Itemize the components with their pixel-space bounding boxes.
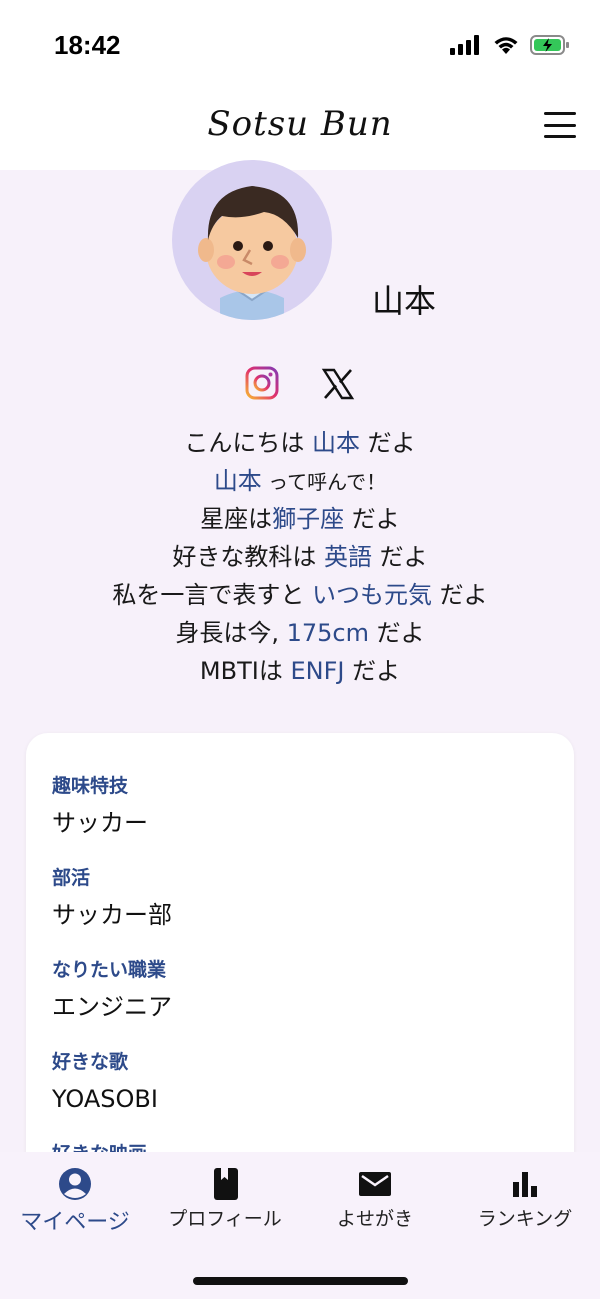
nav-mypage[interactable]: マイページ	[0, 1152, 150, 1242]
info-hobby: 趣味特技 サッカー	[52, 773, 148, 839]
info-label: 部活	[52, 867, 91, 889]
avatar-illustration	[198, 186, 306, 320]
info-career: なりたい職業 エンジニア	[52, 957, 172, 1023]
intro-subject: 好きな教科は 英語 だよ	[172, 543, 428, 571]
intro-text: こんにちは 山本 だよ 山本 って呼んで！ 星座は獅子座 だよ 好きな教科は 英…	[0, 424, 600, 690]
intro-height: 身長は今, 175cm だよ	[175, 619, 425, 647]
info-song: 好きな歌 YOASOBI	[52, 1049, 158, 1115]
info-label: 趣味特技	[52, 775, 129, 797]
info-club: 部活 サッカー部	[52, 865, 172, 931]
info-value: YOASOBI	[52, 1085, 158, 1113]
book-icon	[214, 1168, 238, 1200]
profile-name: 山本	[372, 282, 437, 320]
app-title: Sotsu Bun	[207, 104, 393, 144]
hamburger-menu-icon[interactable]	[544, 112, 576, 138]
nav-label: ランキング	[477, 1208, 573, 1230]
intro-nickname: 山本 って呼んで！	[213, 467, 387, 495]
intro-mbti: MBTIは ENFJ だよ	[199, 657, 401, 685]
intro-greeting: こんにちは 山本 だよ	[184, 429, 416, 457]
account-circle-icon	[59, 1168, 91, 1200]
battery-charging-icon	[530, 35, 569, 55]
intro-zodiac: 星座は獅子座 だよ	[200, 505, 400, 533]
social-links	[0, 366, 600, 402]
avatar	[172, 160, 332, 320]
wifi-icon	[494, 37, 518, 54]
bar-chart-icon	[513, 1172, 537, 1197]
signal-icon	[450, 35, 479, 55]
instagram-icon[interactable]	[245, 366, 279, 400]
nav-messages[interactable]: よせがき	[300, 1152, 450, 1242]
mail-icon	[359, 1172, 391, 1196]
status-bar: 18:42	[0, 0, 600, 90]
x-icon[interactable]	[321, 367, 355, 401]
status-time: 18:42	[54, 30, 121, 60]
nav-label: プロフィール	[168, 1208, 282, 1230]
intro-one-word: 私を一言で表すと いつも元気 だよ	[112, 581, 488, 609]
app-header: Sotsu Bun	[0, 90, 600, 170]
nav-profile[interactable]: プロフィール	[150, 1152, 300, 1242]
info-value: エンジニア	[52, 993, 172, 1021]
status-icons	[450, 34, 570, 56]
info-value: サッカー	[52, 809, 148, 837]
home-indicator[interactable]	[193, 1277, 408, 1285]
info-value: サッカー部	[52, 901, 172, 929]
nav-ranking[interactable]: ランキング	[450, 1152, 600, 1242]
nav-label: マイページ	[20, 1210, 130, 1235]
nav-label: よせがき	[336, 1208, 413, 1230]
info-label: なりたい職業	[52, 959, 167, 981]
info-label: 好きな歌	[52, 1051, 129, 1073]
